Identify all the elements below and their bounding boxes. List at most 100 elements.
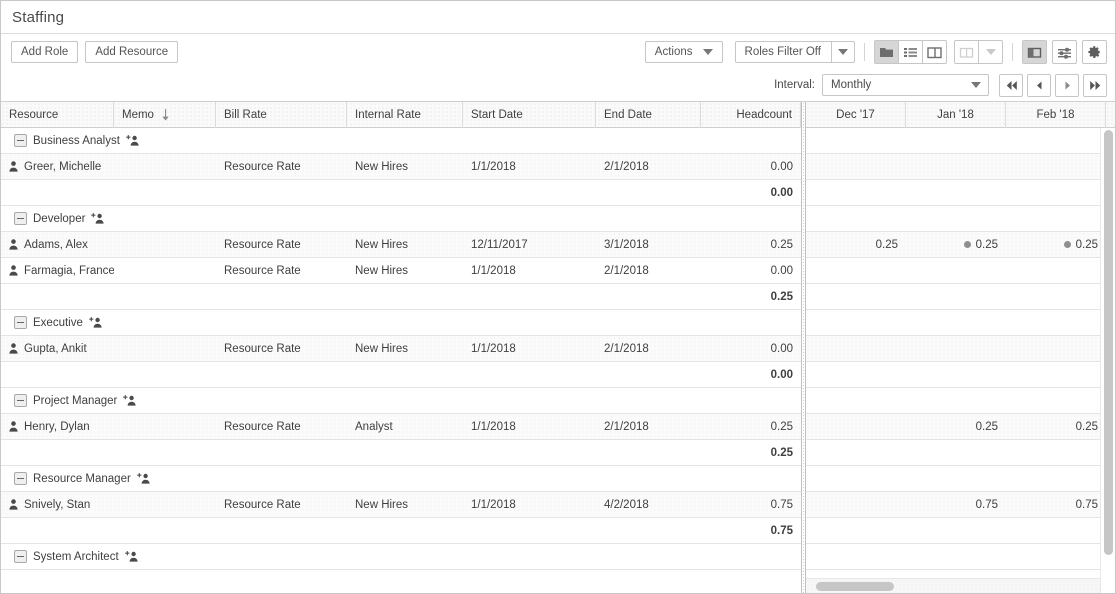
cell-internal[interactable]: [347, 180, 463, 206]
collapse-group-button[interactable]: [14, 316, 27, 329]
cell-jan18[interactable]: [906, 154, 1006, 180]
cell-feb18[interactable]: [1006, 310, 1106, 336]
resource-row[interactable]: Gupta, Ankit Resource Rate New Hires 1/1/20…: [1, 336, 801, 362]
cell-internal[interactable]: New Hires: [347, 258, 463, 284]
cell-end[interactable]: [596, 180, 701, 206]
cell-feb18[interactable]: [1006, 544, 1106, 570]
side-panel-toggle-button[interactable]: [1022, 40, 1047, 64]
cell-memo[interactable]: [114, 284, 216, 310]
cell-resource[interactable]: [1, 284, 114, 310]
resource-row-periods[interactable]: 0.25 0.25 0.25: [806, 232, 1100, 258]
group-row-project-manager[interactable]: Project Manager: [1, 388, 801, 414]
horizontal-scrollbar[interactable]: [806, 578, 1100, 593]
group-total-row[interactable]: 0.00: [1, 180, 801, 206]
cell-resource[interactable]: Greer, Michelle: [1, 154, 114, 180]
cell-jan18[interactable]: [906, 466, 1006, 492]
cell-headcount[interactable]: 0.25: [701, 284, 801, 310]
column-header-jan18[interactable]: Jan '18: [906, 102, 1006, 128]
cell-memo[interactable]: [114, 336, 216, 362]
resource-row[interactable]: Adams, Alex Resource Rate New Hires 12/11/2…: [1, 232, 801, 258]
book-panel-dropdown[interactable]: [978, 40, 1003, 64]
cell-feb18[interactable]: [1006, 154, 1106, 180]
column-header-resource[interactable]: Resource: [1, 102, 114, 128]
cell-jan18[interactable]: [906, 336, 1006, 362]
cell-start[interactable]: [463, 284, 596, 310]
cell-resource[interactable]: [1, 362, 114, 388]
cell-feb18[interactable]: [1006, 336, 1106, 362]
first-period-button[interactable]: [999, 73, 1023, 97]
cell-dec17[interactable]: [806, 284, 906, 310]
group-row-business-analyst[interactable]: Business Analyst: [1, 128, 801, 154]
actions-menu-button[interactable]: Actions: [644, 41, 723, 63]
resource-row-periods[interactable]: [806, 258, 1100, 284]
cell-internal[interactable]: New Hires: [347, 336, 463, 362]
cell-bill[interactable]: Resource Rate: [216, 258, 347, 284]
cell-start[interactable]: 1/1/2018: [463, 336, 596, 362]
group-total-row[interactable]: 0.25: [1, 284, 801, 310]
cell-headcount[interactable]: 0.25: [701, 232, 801, 258]
group-total-row[interactable]: 0.75: [1, 518, 801, 544]
collapse-group-button[interactable]: [14, 550, 27, 563]
cell-feb18[interactable]: 0.75: [1006, 492, 1106, 518]
cell-bill[interactable]: [216, 284, 347, 310]
group-total-row-periods[interactable]: [806, 180, 1100, 206]
cell-jan18[interactable]: [906, 362, 1006, 388]
cell-start[interactable]: 1/1/2018: [463, 414, 596, 440]
resource-row[interactable]: Snively, Stan Resource Rate New Hires 1/1/2…: [1, 492, 801, 518]
cell-end[interactable]: 2/1/2018: [596, 336, 701, 362]
cell-dec17[interactable]: [806, 336, 906, 362]
cell-dec17[interactable]: [806, 518, 906, 544]
group-total-row-periods[interactable]: [806, 284, 1100, 310]
cell-headcount[interactable]: 0.00: [701, 362, 801, 388]
cell-bill[interactable]: Resource Rate: [216, 414, 347, 440]
cell-resource[interactable]: Farmagia, Frances: [1, 258, 114, 284]
cell-internal[interactable]: Analyst: [347, 414, 463, 440]
add-person-icon[interactable]: [91, 213, 105, 224]
interval-select[interactable]: Monthly: [822, 74, 989, 96]
cell-bill[interactable]: Resource Rate: [216, 336, 347, 362]
cell-bill[interactable]: [216, 440, 347, 466]
column-header-dec17[interactable]: Dec '17: [806, 102, 906, 128]
add-resource-button[interactable]: Add Resource: [85, 41, 179, 63]
cell-bill[interactable]: Resource Rate: [216, 492, 347, 518]
group-row-periods[interactable]: [806, 544, 1100, 570]
cell-end[interactable]: [596, 518, 701, 544]
cell-jan18[interactable]: [906, 440, 1006, 466]
cell-start[interactable]: 1/1/2018: [463, 154, 596, 180]
vertical-scrollbar[interactable]: [1100, 128, 1115, 593]
collapse-group-button[interactable]: [14, 212, 27, 225]
cell-internal[interactable]: [347, 284, 463, 310]
group-row-periods[interactable]: [806, 466, 1100, 492]
cell-bill[interactable]: Resource Rate: [216, 154, 347, 180]
cell-feb18[interactable]: [1006, 466, 1106, 492]
cell-end[interactable]: [596, 362, 701, 388]
cell-headcount[interactable]: 0.00: [701, 154, 801, 180]
cell-jan18[interactable]: 0.25: [906, 232, 1006, 258]
cell-feb18[interactable]: 0.25: [1006, 232, 1106, 258]
cell-memo[interactable]: [114, 414, 216, 440]
cell-dec17[interactable]: [806, 206, 906, 232]
cell-memo[interactable]: [114, 258, 216, 284]
group-row-periods[interactable]: [806, 388, 1100, 414]
add-person-icon[interactable]: [89, 317, 103, 328]
cell-feb18[interactable]: [1006, 388, 1106, 414]
cell-feb18[interactable]: [1006, 128, 1106, 154]
resource-row[interactable]: Henry, Dylan Resource Rate Analyst 1/1/2018…: [1, 414, 801, 440]
vertical-scrollbar-thumb[interactable]: [1104, 130, 1113, 555]
cell-memo[interactable]: [114, 154, 216, 180]
cell-headcount[interactable]: 0.00: [701, 336, 801, 362]
previous-period-button[interactable]: [1027, 73, 1051, 97]
collapse-group-button[interactable]: [14, 394, 27, 407]
cell-dec17[interactable]: [806, 492, 906, 518]
resource-row[interactable]: Farmagia, Frances Resource Rate New Hires 1…: [1, 258, 801, 284]
cell-end[interactable]: [596, 440, 701, 466]
cell-bill[interactable]: [216, 180, 347, 206]
cell-dec17[interactable]: [806, 362, 906, 388]
cell-feb18[interactable]: [1006, 258, 1106, 284]
cell-jan18[interactable]: [906, 284, 1006, 310]
horizontal-scrollbar-thumb[interactable]: [816, 582, 894, 591]
group-row-resource-manager[interactable]: Resource Manager: [1, 466, 801, 492]
group-row-periods[interactable]: [806, 310, 1100, 336]
cell-start[interactable]: 1/1/2018: [463, 258, 596, 284]
cell-dec17[interactable]: [806, 466, 906, 492]
